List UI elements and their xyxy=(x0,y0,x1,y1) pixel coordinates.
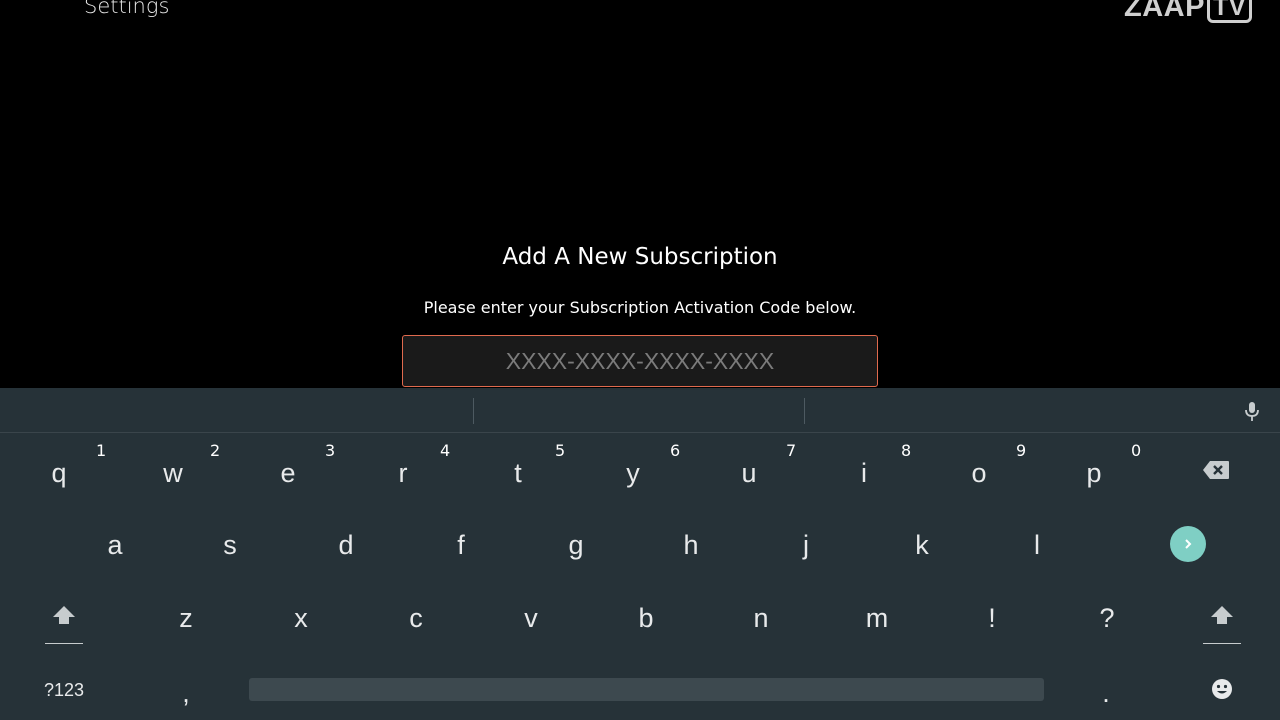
key-hint: 6 xyxy=(670,441,681,460)
chevron-right-icon xyxy=(1185,539,1192,549)
key-g[interactable]: g xyxy=(546,520,606,570)
spacebar[interactable] xyxy=(249,678,1044,701)
emoji-icon[interactable] xyxy=(1211,678,1233,700)
key-hint: 5 xyxy=(555,441,566,460)
key-hint: 0 xyxy=(1131,441,1142,460)
key-a[interactable]: a xyxy=(85,520,145,570)
enter-key[interactable] xyxy=(1170,526,1206,562)
key-n[interactable]: n xyxy=(731,593,791,643)
key-u[interactable]: u xyxy=(719,448,779,498)
period-key[interactable]: . xyxy=(1076,668,1136,718)
logo-text: ZAAP xyxy=(1124,0,1205,23)
key-m[interactable]: m xyxy=(847,593,907,643)
key-q[interactable]: q xyxy=(29,448,89,498)
suggestion-bar xyxy=(0,388,1280,433)
key-hint: 8 xyxy=(901,441,912,460)
key-hint: 2 xyxy=(210,441,221,460)
key-hint: 1 xyxy=(96,441,107,460)
key-z[interactable]: z xyxy=(156,593,216,643)
shift-icon[interactable] xyxy=(1202,600,1242,644)
comma-key[interactable]: , xyxy=(156,668,216,718)
activation-code-input[interactable] xyxy=(402,335,878,387)
zaap-tv-logo: ZAAP TV xyxy=(1124,0,1252,24)
backspace-icon[interactable] xyxy=(1202,460,1230,480)
key-k[interactable]: k xyxy=(892,520,952,570)
key-h[interactable]: h xyxy=(661,520,721,570)
dialog-title: Add A New Subscription xyxy=(502,244,778,270)
key-b[interactable]: b xyxy=(616,593,676,643)
key-exclamation[interactable]: ! xyxy=(962,593,1022,643)
key-o[interactable]: o xyxy=(949,448,1009,498)
key-w[interactable]: w xyxy=(143,448,203,498)
settings-title: Settings xyxy=(84,0,170,18)
key-e[interactable]: e xyxy=(258,448,318,498)
key-c[interactable]: c xyxy=(386,593,446,643)
key-p[interactable]: p xyxy=(1064,448,1124,498)
shift-icon[interactable] xyxy=(44,600,84,644)
key-hint: 9 xyxy=(1016,441,1027,460)
key-y[interactable]: y xyxy=(603,448,663,498)
key-s[interactable]: s xyxy=(200,520,260,570)
logo-tv-badge: TV xyxy=(1206,0,1252,23)
suggestion-divider xyxy=(473,398,474,424)
key-v[interactable]: v xyxy=(501,593,561,643)
key-question[interactable]: ? xyxy=(1077,593,1137,643)
key-i[interactable]: i xyxy=(834,448,894,498)
key-t[interactable]: t xyxy=(488,448,548,498)
key-x[interactable]: x xyxy=(271,593,331,643)
key-hint: 4 xyxy=(440,441,451,460)
key-r[interactable]: r xyxy=(373,448,433,498)
dialog-subtitle: Please enter your Subscription Activatio… xyxy=(423,298,857,317)
symbols-key[interactable]: ?123 xyxy=(44,680,84,701)
key-l[interactable]: l xyxy=(1007,520,1067,570)
key-hint: 3 xyxy=(325,441,336,460)
microphone-icon[interactable] xyxy=(1242,401,1262,423)
key-j[interactable]: j xyxy=(776,520,836,570)
key-hint: 7 xyxy=(786,441,797,460)
key-f[interactable]: f xyxy=(431,520,491,570)
suggestion-divider xyxy=(804,398,805,424)
key-d[interactable]: d xyxy=(316,520,376,570)
